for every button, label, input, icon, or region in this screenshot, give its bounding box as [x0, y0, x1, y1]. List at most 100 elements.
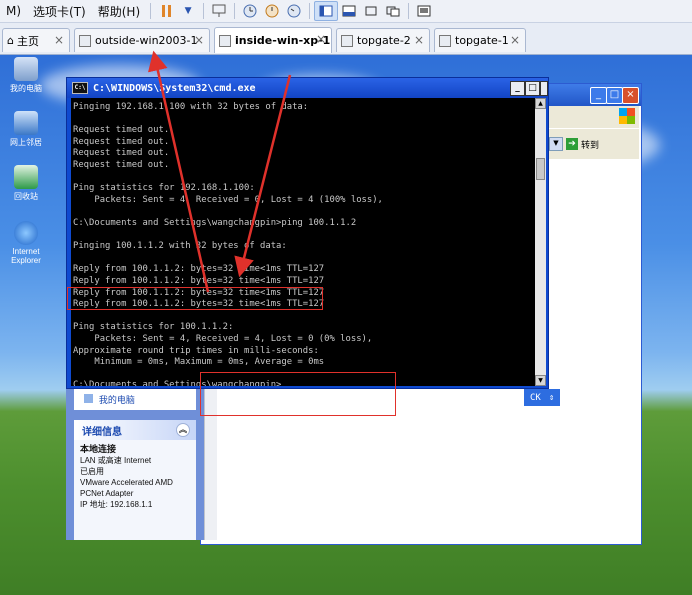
network-places-icon — [14, 111, 38, 135]
snapshot-button[interactable] — [239, 2, 261, 20]
details-title: 详细信息 — [82, 426, 122, 438]
tab-topgate-1[interactable]: topgate-1 × — [434, 28, 526, 52]
window-icon — [319, 5, 333, 17]
ok-label: CK — [530, 392, 541, 403]
snapshot-manager-button[interactable] — [283, 2, 305, 20]
desktop-icon-network[interactable]: 网上邻居 — [4, 111, 48, 148]
details-panel: 详细信息 ︽ 本地连接 LAN 或高速 Internet 已启用 VMware … — [74, 420, 196, 540]
menu-item-help[interactable]: 帮助(H) — [92, 3, 146, 20]
normal-view-button[interactable] — [314, 1, 339, 21]
cmd-close-button[interactable] — [540, 81, 548, 96]
connection-name: 本地连接 — [80, 444, 117, 454]
connection-status: 已启用 — [80, 467, 104, 476]
unity-button[interactable] — [382, 2, 404, 20]
other-places-item[interactable]: 我的电脑 — [74, 388, 196, 410]
tab-outside-win2003-1[interactable]: outside-win2003-1 × — [74, 28, 210, 52]
recycle-bin-icon — [14, 165, 38, 189]
scroll-down-arrow[interactable]: ▼ — [535, 375, 546, 386]
console-view-button[interactable] — [413, 2, 435, 20]
tab-label: topgate-2 — [357, 34, 411, 47]
cmd-console[interactable]: Pinging 192.168.1.100 with 32 bytes of d… — [71, 98, 535, 386]
home-icon: ⌂ — [7, 34, 14, 47]
annotation-box-pinging — [67, 287, 323, 310]
console-line: Request timed out. — [73, 125, 170, 136]
maximize-button[interactable]: □ — [606, 87, 623, 104]
address-dropdown[interactable]: ▼ — [549, 137, 563, 151]
tab-label: topgate-1 — [455, 34, 509, 47]
computer-icon — [84, 394, 93, 403]
close-icon[interactable]: × — [316, 32, 326, 46]
windows-flag-icon — [619, 108, 635, 124]
quick-switch-button[interactable] — [338, 2, 360, 20]
scroll-up-arrow[interactable]: ▲ — [535, 98, 546, 109]
tab-topgate-2[interactable]: topgate-2 × — [336, 28, 430, 52]
send-keys-button[interactable] — [208, 2, 230, 20]
ok-button[interactable]: CK ⇕ — [524, 389, 560, 406]
connection-ip: IP 地址: 192.168.1.1 — [80, 500, 153, 509]
layout-icon — [342, 5, 356, 17]
desktop-icon-recycle-bin[interactable]: 回收站 — [4, 165, 48, 202]
desktop-icon-label: 网上邻居 — [10, 138, 42, 147]
clock-icon — [243, 4, 257, 18]
tab-label: 主页 — [16, 34, 39, 48]
console-line: Packets: Sent = 4, Received = 4, Lost = … — [73, 334, 373, 344]
tab-inside-win-xp-1[interactable]: inside-win-xp-1 × — [214, 27, 332, 53]
go-label[interactable]: 转到 — [581, 138, 599, 151]
console-line: Pinging 192.168.1.100 with 32 bytes of d… — [73, 102, 309, 112]
toolbar-separator — [234, 3, 236, 19]
console-line: Pinging 100.1.1.2 with 32 bytes of data: — [73, 241, 287, 252]
fullscreen-icon — [365, 6, 377, 16]
chevron-up-icon[interactable]: ︽ — [176, 423, 190, 437]
vm-icon — [219, 34, 231, 47]
console-line: C:\Documents and Settings\wangchangpin>p… — [73, 218, 357, 228]
toolbar-separator — [150, 3, 152, 19]
desktop-icon-label: 我的电脑 — [10, 84, 42, 93]
tab-home[interactable]: ⌂ 主页 × — [2, 28, 70, 52]
my-computer-link[interactable]: 我的电脑 — [99, 396, 135, 406]
console-line: Minimum = 0ms, Maximum = 0ms, Average = … — [73, 357, 325, 368]
pause-dropdown-button[interactable]: ▼ — [177, 2, 199, 20]
menu-item-m[interactable]: M) — [0, 4, 27, 18]
desktop-icon-ie[interactable]: Internet Explorer — [4, 221, 48, 265]
vm-icon — [341, 34, 353, 47]
cmd-titlebar[interactable]: C:\ C:\WINDOWS\System32\cmd.exe — [67, 78, 548, 98]
toolbar-separator — [408, 3, 410, 19]
toolbar-separator — [309, 3, 311, 19]
cmd-title: C:\WINDOWS\System32\cmd.exe — [93, 82, 256, 94]
revert-clock-icon — [265, 4, 279, 18]
menu-bar: M) 选项卡(T) 帮助(H) ▼ — [0, 0, 692, 23]
spin-icon: ⇕ — [548, 392, 555, 403]
minimize-button[interactable]: _ — [590, 87, 607, 104]
address-go: ▼ ➔ 转到 — [549, 136, 637, 152]
close-icon[interactable]: × — [54, 33, 64, 47]
console-line: Packets: Sent = 4, Received = 0, Lost = … — [73, 194, 383, 205]
scroll-thumb[interactable] — [536, 158, 545, 180]
close-icon[interactable]: × — [414, 33, 424, 47]
desktop-icon-my-computer[interactable]: 我的电脑 — [4, 57, 48, 94]
pause-button[interactable] — [155, 2, 177, 20]
console-line: Reply from 100.1.1.2: bytes=32 time<1ms … — [73, 276, 325, 286]
fullscreen-button[interactable] — [360, 2, 382, 20]
details-header[interactable]: 详细信息 ︽ — [74, 420, 196, 440]
close-icon[interactable]: × — [510, 33, 520, 47]
tab-bar: ⌂ 主页 × outside-win2003-1 × inside-win-xp… — [0, 23, 692, 55]
close-icon[interactable]: × — [194, 33, 204, 47]
console-line: Ping statistics for 100.1.1.2: — [73, 322, 234, 333]
revert-snapshot-button[interactable] — [261, 2, 283, 20]
vm-icon — [439, 34, 451, 47]
cmd-minimize-button[interactable]: _ — [510, 81, 525, 96]
menu-item-tabs[interactable]: 选项卡(T) — [27, 3, 92, 20]
cmd-maximize-button[interactable]: □ — [525, 81, 540, 96]
cmd-scrollbar[interactable]: ▲ ▼ — [535, 98, 546, 386]
connection-type: LAN 或高速 Internet — [80, 456, 152, 465]
close-button[interactable]: × — [622, 87, 639, 104]
desktop-icon-label: 回收站 — [14, 192, 38, 201]
console-line: Request timed out. — [73, 148, 170, 159]
vm-icon — [79, 34, 91, 47]
unity-icon — [386, 6, 400, 17]
tab-label: outside-win2003-1 — [95, 34, 198, 47]
console-line: Approximate round trip times in milli-se… — [73, 345, 319, 356]
console-line: Ping statistics for 192.168.1.100: — [73, 183, 255, 194]
console-line: Reply from 100.1.1.2: bytes=32 time<1ms … — [73, 264, 325, 275]
go-arrow-icon[interactable]: ➔ — [566, 138, 578, 150]
